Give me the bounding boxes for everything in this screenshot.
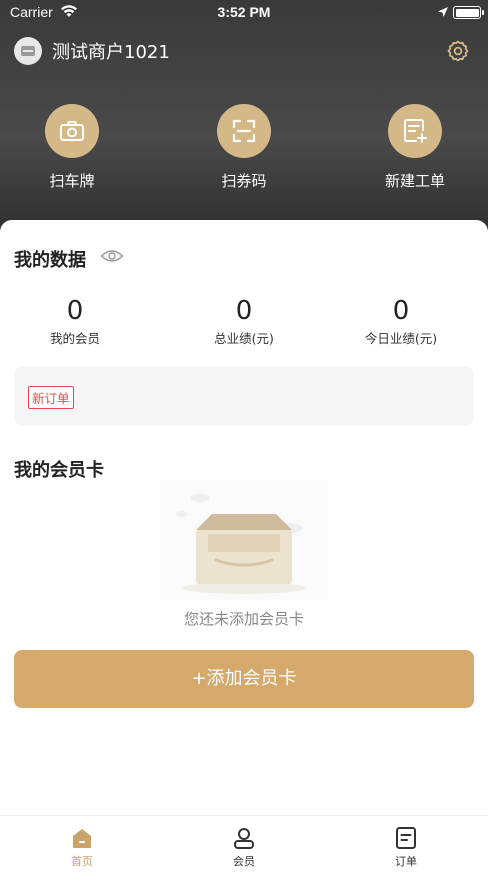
merchant-name: 测试商户1021: [52, 42, 170, 63]
member-card-title: 我的会员卡: [14, 460, 104, 481]
scan-coupon-circle: [217, 104, 271, 158]
camera-icon: [60, 121, 84, 141]
stat-members[interactable]: 0 我的会员: [10, 296, 140, 347]
scan-coupon-label: 扫券码: [221, 172, 267, 190]
eye-icon[interactable]: [100, 248, 124, 264]
tab-members-label: 会员: [233, 855, 255, 868]
stat-members-value: 0: [66, 296, 84, 326]
my-data-title: 我的数据: [14, 250, 86, 271]
add-member-card-button[interactable]: +添加会员卡: [14, 650, 474, 708]
store-icon: [21, 46, 35, 56]
content-sheet: 我的数据 0 我的会员 0 总业绩(元) 0 今日业绩(元) 新订单 我的会员卡: [0, 220, 488, 820]
empty-member-card-text: 您还未添加会员卡: [183, 610, 304, 628]
stat-today-revenue-label: 今日业绩(元): [364, 331, 438, 346]
stat-total-revenue-label: 总业绩(元): [214, 331, 274, 346]
tab-orders-label: 订单: [395, 855, 417, 868]
order-icon: [396, 827, 416, 849]
new-order-circle: [388, 104, 442, 158]
gear-icon[interactable]: [446, 39, 470, 63]
new-order-label: 新建工单: [384, 172, 445, 190]
home-icon: [73, 829, 91, 848]
battery-icon: [453, 6, 484, 19]
new-order-badge: 新订单: [28, 386, 74, 409]
scan-plate-button[interactable]: 扫车牌: [17, 104, 127, 191]
tab-bar: 首页 会员 订单: [0, 815, 488, 874]
stat-today-revenue-value: 0: [392, 296, 410, 326]
location-arrow-icon: [438, 7, 448, 17]
scan-coupon-button[interactable]: 扫券码: [189, 104, 299, 191]
tab-orders[interactable]: 订单: [366, 826, 446, 869]
tab-members[interactable]: 会员: [204, 826, 284, 869]
app-screen: Carrier 3:52 PM 测试商户1021 扫车牌 扫券码 新建工单 我的…: [0, 0, 488, 874]
merchant-avatar[interactable]: [14, 37, 42, 65]
stat-total-revenue[interactable]: 0 总业绩(元): [179, 296, 309, 347]
scan-plate-circle: [45, 104, 99, 158]
new-order-button[interactable]: 新建工单: [360, 104, 470, 191]
scan-plate-label: 扫车牌: [49, 172, 95, 190]
empty-box-illustration: [160, 480, 328, 600]
stat-today-revenue[interactable]: 0 今日业绩(元): [336, 296, 466, 347]
tab-home-label: 首页: [71, 855, 93, 868]
status-bar: Carrier 3:52 PM: [0, 0, 488, 26]
scan-icon: [232, 119, 256, 143]
stat-total-revenue-value: 0: [235, 296, 253, 326]
new-order-panel[interactable]: 新订单: [14, 366, 474, 426]
clock: 3:52 PM: [217, 4, 271, 20]
member-icon: [234, 828, 254, 849]
stat-members-label: 我的会员: [49, 331, 100, 346]
new-order-icon: [404, 119, 427, 143]
tab-home[interactable]: 首页: [42, 826, 122, 869]
